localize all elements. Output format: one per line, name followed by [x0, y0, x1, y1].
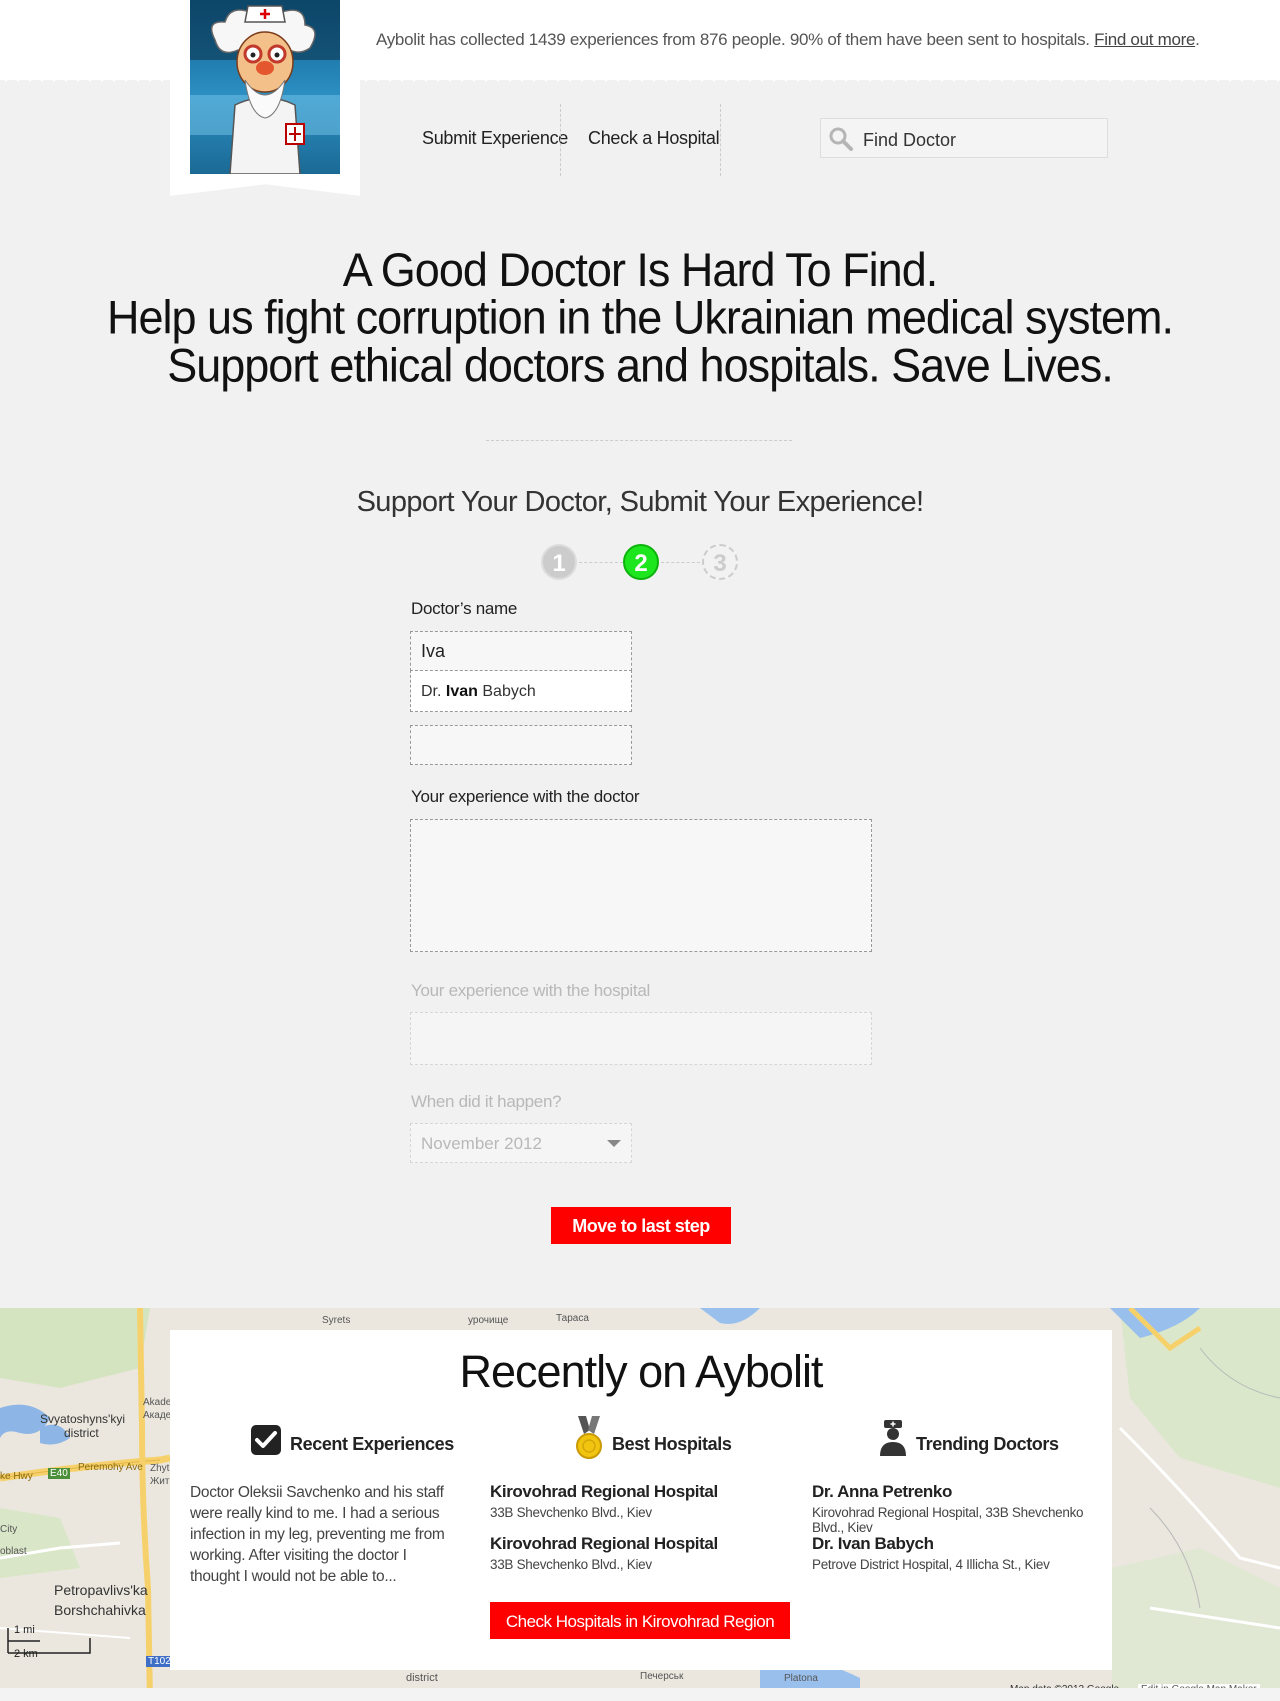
checkmark-icon — [251, 1425, 281, 1455]
map-label-zhyt: Zhyt — [150, 1463, 170, 1474]
nav-separator — [560, 104, 561, 176]
trending-doctor-2-name[interactable]: Dr. Ivan Babych — [812, 1534, 934, 1554]
doctor-name-input[interactable] — [411, 632, 631, 670]
doctor-experience-textarea[interactable] — [410, 819, 872, 952]
hospital-experience-textarea[interactable] — [410, 1012, 872, 1065]
recent-experience-text[interactable]: Doctor Oleksii Savchenko and his staff w… — [190, 1482, 456, 1587]
announcement-period: . — [1195, 30, 1200, 49]
step-connector — [579, 562, 623, 563]
chevron-down-icon — [607, 1140, 621, 1147]
best-hospital-2-address: 33B Shevchenko Blvd., Kiev — [490, 1557, 652, 1572]
suggestion-rest: Babych — [482, 683, 536, 700]
move-to-last-step-button[interactable]: Move to last step — [551, 1207, 731, 1244]
nav-separator — [720, 104, 721, 176]
hospital-experience-label: Your experience with the hospital — [411, 981, 650, 1000]
best-hospitals-heading: Best Hospitals — [574, 1416, 774, 1464]
map-label-hwy: ke Hwy — [0, 1471, 33, 1482]
doctor-suggestion-item[interactable]: Dr. Ivan Babych — [421, 683, 536, 701]
doctor-suggestion-dropdown[interactable]: Dr. Ivan Babych — [410, 670, 632, 712]
map-label-urochyshche: урочище — [468, 1315, 509, 1326]
when-label: When did it happen? — [411, 1092, 562, 1111]
trending-doctors-label: Trending Doctors — [916, 1434, 1059, 1454]
medal-icon — [576, 1416, 602, 1459]
recent-card: Recently on Aybolit Recent Experiences D… — [170, 1330, 1112, 1670]
when-select-value: November 2012 — [421, 1134, 542, 1153]
map-label-tarasa: Тараса — [556, 1313, 589, 1324]
map-label-akade: Akade — [143, 1397, 172, 1408]
map-label-borshchahivka: Borshchahivka — [54, 1602, 146, 1618]
hero: A Good Doctor Is Hard To Find. Help us f… — [0, 242, 1280, 393]
step-2-indicator[interactable]: 2 — [623, 544, 659, 580]
find-doctor-search[interactable] — [820, 118, 1108, 158]
nav-submit-experience[interactable]: Submit Experience — [422, 128, 568, 149]
doctor-icon — [880, 1420, 906, 1456]
map-label-platona: Platona — [784, 1673, 818, 1684]
map-label-petropavlivska: Petropavlivs'ka — [54, 1582, 148, 1598]
map-label-zhyt-cyr: Жит — [150, 1476, 170, 1487]
map-label-district: district — [406, 1672, 438, 1684]
map-label-pechersk: Печерськ — [640, 1671, 684, 1682]
map-label-e40: E40 — [48, 1468, 70, 1479]
hero-line-1: A Good Doctor Is Hard To Find. — [342, 242, 938, 297]
form-title: Support Your Doctor, Submit Your Experie… — [356, 486, 924, 518]
map-label-peremohy: Peremohy Ave — [78, 1462, 143, 1473]
find-out-more-link[interactable]: Find out more — [1094, 30, 1195, 49]
check-hospitals-button[interactable]: Check Hospitals in Kirovohrad Region — [490, 1602, 790, 1639]
logo-card[interactable] — [170, 0, 360, 196]
announcement: Aybolit has collected 1439 experiences f… — [376, 30, 1200, 50]
hospital-input[interactable] — [411, 726, 631, 764]
step-1-indicator[interactable]: 1 — [541, 544, 577, 580]
hero-line-3: Support ethical doctors and hospitals. S… — [167, 338, 1114, 393]
doctor-name-field[interactable] — [410, 631, 632, 671]
step-connector — [661, 562, 705, 563]
when-select[interactable]: November 2012 — [410, 1123, 632, 1163]
trending-doctors-heading: Trending Doctors — [878, 1420, 1078, 1464]
map-label-svyatoshynskyi: Svyatoshyns'kyi — [40, 1412, 125, 1426]
aybolit-logo — [190, 0, 340, 174]
trending-doctor-1-name[interactable]: Dr. Anna Petrenko — [812, 1482, 952, 1502]
recent-experiences-label: Recent Experiences — [290, 1434, 454, 1454]
map-label-oblast: oblast — [0, 1546, 27, 1557]
map-scale-km: 2 km — [14, 1648, 38, 1660]
find-doctor-input[interactable] — [861, 127, 1095, 153]
doctor-experience-label: Your experience with the doctor — [411, 787, 640, 806]
hero-divider — [486, 440, 792, 441]
trending-doctor-1-address: Kirovohrad Regional Hospital, 33B Shevch… — [812, 1505, 1084, 1535]
map-label-city: City — [0, 1524, 18, 1535]
map-label-akade-cyr: Акаде — [143, 1410, 172, 1421]
best-hospital-1-name[interactable]: Kirovohrad Regional Hospital — [490, 1482, 718, 1502]
map-scale-mi: 1 mi — [14, 1624, 35, 1636]
hospital-field[interactable] — [410, 725, 632, 765]
search-icon — [829, 127, 853, 151]
suggestion-prefix: Dr. — [421, 683, 442, 700]
hero-line-2: Help us fight corruption in the Ukrainia… — [106, 290, 1174, 345]
best-hospital-1-address: 33B Shevchenko Blvd., Kiev — [490, 1505, 652, 1520]
map-label-syrets: Syrets — [322, 1315, 351, 1326]
doctor-name-label: Doctor’s name — [411, 599, 518, 618]
announcement-text: Aybolit has collected 1439 experiences f… — [376, 30, 1090, 49]
recent-title: Recently on Aybolit — [459, 1346, 824, 1397]
recent-experiences-heading: Recent Experiences — [250, 1424, 454, 1464]
suggestion-match: Ivan — [445, 683, 478, 700]
step-3-indicator[interactable]: 3 — [702, 544, 738, 580]
best-hospitals-label: Best Hospitals — [612, 1434, 732, 1454]
trending-doctor-2-address: Petrove District Hospital, 4 Illicha St.… — [812, 1557, 1050, 1572]
nav-check-hospital[interactable]: Check a Hospital — [588, 128, 720, 149]
best-hospital-2-name[interactable]: Kirovohrad Regional Hospital — [490, 1534, 718, 1554]
page-bottom-strip — [0, 1688, 1280, 1701]
map-label-svyatoshynskyi-district: district — [64, 1426, 99, 1440]
